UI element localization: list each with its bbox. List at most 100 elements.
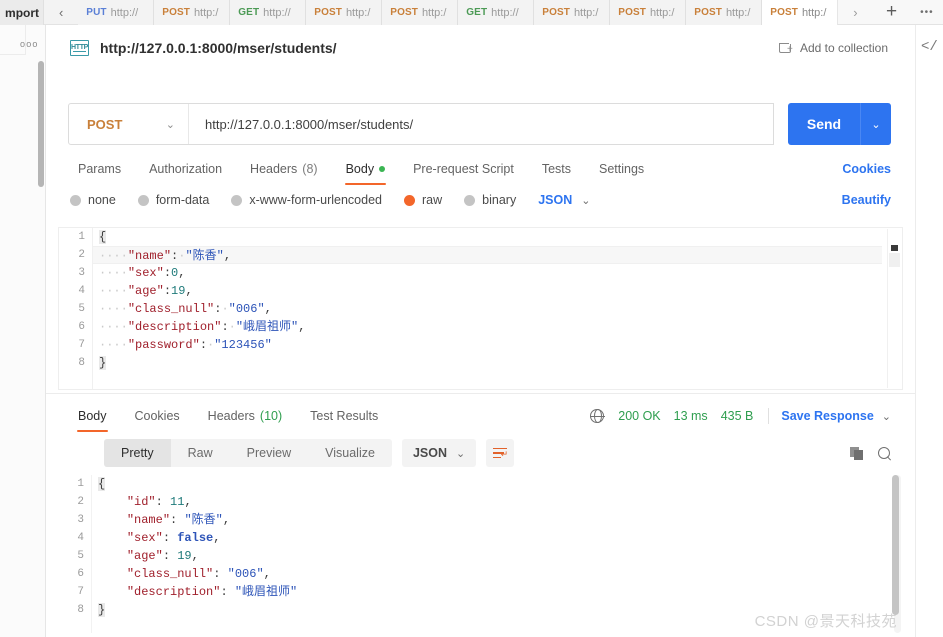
raw-format-select[interactable]: JSON ⌄: [538, 193, 590, 207]
new-tab-icon[interactable]: +: [872, 0, 911, 24]
send-button[interactable]: Send: [788, 103, 860, 145]
response-format-toolbar: Pretty Raw Preview Visualize JSON ⌄: [104, 439, 515, 467]
request-editor-scroll-thumb[interactable]: [891, 245, 898, 251]
request-tab-authorization[interactable]: Authorization: [135, 156, 236, 182]
code-line: "age": 19,: [92, 547, 885, 565]
tabs-scroll-left-icon[interactable]: ‹: [44, 0, 79, 24]
request-body-code[interactable]: {····"name":·"陈香", ····"sex":0, ····"age":…: [92, 228, 882, 389]
indent: ····: [99, 249, 128, 263]
tab-url-label: http:/: [421, 6, 447, 19]
globe-icon: [589, 408, 605, 424]
request-tab-8[interactable]: POST http:/: [686, 0, 763, 25]
search-icon[interactable]: [878, 446, 891, 460]
response-format-pretty[interactable]: Pretty: [104, 439, 171, 467]
code-line: ····"name":·"陈香",: [93, 246, 882, 264]
request-tab-pre-request-script[interactable]: Pre-request Script: [399, 156, 528, 182]
cookies-link[interactable]: Cookies: [842, 156, 891, 182]
request-tab-9[interactable]: POST http:/: [762, 0, 839, 25]
token-s: "峨眉祖师": [234, 585, 298, 599]
body-type-binary[interactable]: binary: [464, 193, 516, 207]
token-k: "name": [126, 513, 171, 527]
token-s: "峨眉祖师": [235, 320, 299, 334]
send-options-chevron-icon[interactable]: ⌄: [860, 103, 891, 145]
tab-url-label: http:/: [345, 6, 371, 19]
tab-label: Body: [78, 409, 107, 423]
body-type-label: x-www-form-urlencoded: [249, 193, 382, 207]
copy-icon[interactable]: [850, 446, 863, 460]
request-tab-1[interactable]: POST http:/: [154, 0, 231, 25]
line-number: 8: [78, 357, 85, 369]
radio-icon: [404, 194, 415, 206]
http-method-select[interactable]: POST ⌄: [69, 104, 189, 144]
request-tab-4[interactable]: POST http:/: [382, 0, 459, 25]
line-number: 5: [77, 550, 84, 562]
code-line: {: [92, 475, 885, 493]
request-tab-headers[interactable]: Headers (8): [236, 156, 332, 182]
code-snippet-icon[interactable]: </: [921, 39, 938, 55]
request-editor-scrollbar[interactable]: [889, 229, 901, 388]
token-p: ,: [178, 266, 186, 280]
url-bar: POST ⌄ http://127.0.0.1:8000/mser/studen…: [68, 103, 891, 145]
import-button[interactable]: mport: [0, 0, 45, 25]
body-type-raw[interactable]: raw: [404, 193, 442, 207]
request-body-editor[interactable]: 12345678 {····"name":·"陈香", ····"sex":0, ·…: [58, 227, 903, 390]
tab-label: Test Results: [310, 409, 379, 423]
response-tab-test-results[interactable]: Test Results: [296, 403, 392, 429]
request-tab-body[interactable]: Body: [332, 156, 400, 185]
editor-vertical-rule: [887, 229, 888, 388]
tab-method-label: POST: [770, 7, 798, 18]
url-input[interactable]: http://127.0.0.1:8000/mser/students/: [189, 104, 773, 144]
token-p: ,: [222, 513, 231, 527]
request-tab-0[interactable]: PUT http://: [78, 0, 155, 25]
request-response-pane: HTTP http://127.0.0.1:8000/mser/students…: [46, 25, 915, 637]
chevron-down-icon: ⌄: [456, 447, 466, 460]
request-tab-params[interactable]: Params: [64, 156, 135, 182]
code-line: "name": "陈香",: [92, 511, 885, 529]
response-format-preview[interactable]: Preview: [230, 439, 308, 467]
status-badge: 200 OK: [618, 409, 661, 423]
request-tab-2[interactable]: GET http://: [230, 0, 307, 25]
line-number: 7: [77, 586, 84, 598]
token-p: ,: [264, 302, 272, 316]
sidebar-scrollbar[interactable]: [38, 61, 44, 187]
line-number: 7: [78, 339, 85, 351]
request-tab-7[interactable]: POST http:/: [610, 0, 687, 25]
radio-icon: [231, 194, 243, 206]
sidebar-more-icon[interactable]: ooo: [20, 39, 39, 49]
indent: ····: [99, 284, 128, 298]
response-format-visualize[interactable]: Visualize: [308, 439, 392, 467]
request-tab-tests[interactable]: Tests: [528, 156, 585, 182]
response-tab-body[interactable]: Body: [64, 403, 121, 432]
request-tab-settings[interactable]: Settings: [585, 156, 658, 182]
body-type-x-www-form-urlencoded[interactable]: x-www-form-urlencoded: [231, 193, 382, 207]
response-format-raw[interactable]: Raw: [171, 439, 230, 467]
chevron-down-icon: ⌄: [581, 194, 591, 207]
right-rail: </: [915, 25, 943, 637]
tab-method-label: GET: [238, 7, 260, 18]
tabs-more-options-icon[interactable]: •••: [910, 0, 943, 24]
add-to-collection-button[interactable]: + Add to collection: [778, 41, 888, 55]
code-line: }: [93, 354, 882, 372]
response-tab-headers[interactable]: Headers (10): [194, 403, 296, 429]
request-tab-3[interactable]: POST http:/: [306, 0, 383, 25]
body-type-form-data[interactable]: form-data: [137, 193, 209, 207]
save-response-button[interactable]: Save Response ⌄: [781, 409, 891, 423]
line-number: 4: [77, 532, 84, 544]
tabs-scroll-right-icon[interactable]: ›: [838, 0, 873, 24]
wrap-lines-button[interactable]: [486, 439, 515, 467]
tab-label: Body: [345, 162, 375, 176]
beautify-button[interactable]: Beautify: [842, 193, 891, 207]
token-s: "006": [227, 567, 264, 581]
request-tab-6[interactable]: POST http:/: [534, 0, 611, 25]
request-tab-5[interactable]: GET http://: [458, 0, 535, 25]
body-type-none[interactable]: none: [70, 193, 116, 207]
tab-method-label: POST: [390, 7, 418, 18]
response-tab-cookies[interactable]: Cookies: [121, 403, 194, 429]
response-type-select[interactable]: JSON ⌄: [401, 439, 477, 467]
code-line: ····"password":·"123456": [93, 336, 882, 354]
token-k: "description": [127, 320, 222, 334]
response-scroll-thumb[interactable]: [892, 475, 899, 615]
